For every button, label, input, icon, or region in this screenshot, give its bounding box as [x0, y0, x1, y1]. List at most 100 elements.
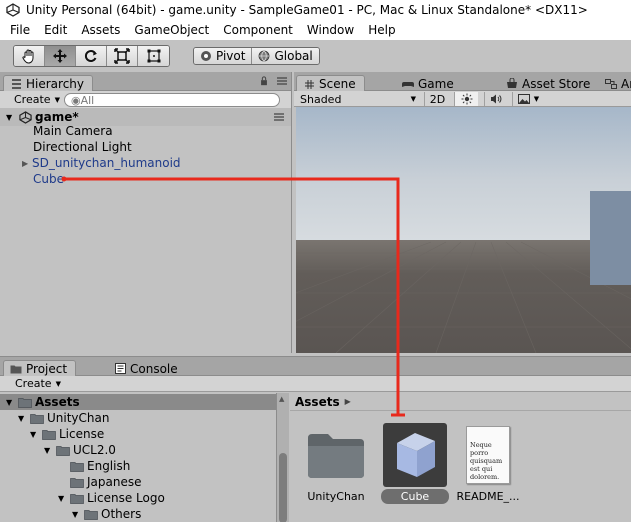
scale-tool-icon [114, 48, 130, 64]
tab-asset-store[interactable]: Asset Store [500, 75, 598, 92]
expand-arrow-icon[interactable]: ▼ [44, 446, 54, 455]
tree-item-label: Japanese [87, 475, 142, 489]
panel-menu-icon[interactable] [276, 76, 288, 86]
scale-tool-button[interactable] [107, 46, 138, 66]
menu-file[interactable]: File [3, 23, 37, 37]
menu-window[interactable]: Window [300, 23, 361, 37]
menu-component[interactable]: Component [216, 23, 300, 37]
folder-icon [308, 434, 364, 478]
hierarchy-item-main-camera[interactable]: Main Camera [0, 123, 291, 139]
tree-item-english[interactable]: English [0, 458, 276, 474]
tab-scene[interactable]: Scene [296, 75, 365, 92]
tree-item-unitychan[interactable]: ▼ UnityChan [0, 410, 276, 426]
hierarchy-item-cube[interactable]: Cube [0, 171, 291, 187]
sun-icon [461, 93, 472, 105]
shading-mode-label: Shaded [300, 92, 342, 106]
asset-cube-prefab[interactable]: Cube [375, 423, 455, 504]
global-button[interactable]: Global [252, 48, 319, 64]
document-icon: Neque porro quisquam est qui dolorem. [466, 426, 510, 484]
tree-item-japanese[interactable]: Japanese [0, 474, 276, 490]
scroll-up-arrow-icon[interactable]: ▲ [279, 395, 287, 403]
shading-mode-dropdown[interactable]: Shaded ▼ [300, 92, 418, 106]
menu-gameobject[interactable]: GameObject [127, 23, 216, 37]
asset-thumbnail: Neque porro quisquam est qui dolorem. [456, 423, 520, 487]
chevron-down-icon: ▼ [55, 379, 61, 388]
tree-item-others[interactable]: ▼ Others [0, 506, 276, 522]
expand-arrow-icon[interactable]: ▼ [30, 430, 40, 439]
tree-scrollbar[interactable]: ▲ [276, 393, 289, 522]
expand-arrow-icon[interactable]: ▶ [22, 159, 32, 168]
lighting-toggle[interactable] [454, 92, 478, 106]
tab-asset-store-label: Asset Store [522, 76, 591, 91]
hierarchy-search-input[interactable]: ◉All [64, 93, 280, 107]
hierarchy-item-directional-light[interactable]: Directional Light [0, 139, 291, 155]
title-bar: Unity Personal (64bit) - game.unity - Sa… [0, 0, 631, 20]
expand-arrow-icon[interactable]: ▼ [6, 113, 16, 122]
tab-console[interactable]: Console [108, 360, 186, 377]
hierarchy-item-sd-unitychan[interactable]: ▶ SD_unitychan_humanoid [0, 155, 291, 171]
scene-viewport[interactable] [296, 107, 631, 353]
main-toolbar: Pivot Global [0, 40, 631, 70]
pivot-label: Pivot [216, 49, 246, 63]
scene-tabstrip: Scene Game Asset Store Ar [294, 72, 631, 92]
folder-icon [84, 509, 98, 520]
tab-project[interactable]: Project [3, 360, 77, 377]
folder-icon [70, 493, 84, 504]
scene-options-icon[interactable] [273, 112, 285, 122]
move-tool-button[interactable] [45, 46, 76, 66]
tab-scene-label: Scene [319, 77, 356, 91]
menu-assets[interactable]: Assets [74, 23, 127, 37]
unity-scene-icon [18, 110, 32, 124]
breadcrumb-assets[interactable]: Assets [295, 395, 340, 409]
effects-dropdown[interactable]: ▼ [512, 92, 544, 106]
expand-arrow-icon[interactable]: ▼ [6, 398, 16, 407]
rect-tool-button[interactable] [138, 46, 169, 66]
asset-label: Cube [380, 489, 450, 504]
asset-thumbnail [304, 423, 368, 487]
audio-toggle[interactable] [484, 92, 506, 106]
image-icon [517, 94, 530, 104]
menu-help[interactable]: Help [361, 23, 402, 37]
tree-item-label: License Logo [87, 491, 165, 505]
expand-arrow-icon[interactable]: ▼ [72, 510, 82, 519]
rect-tool-icon [147, 49, 160, 63]
asset-readme[interactable]: Neque porro quisquam est qui dolorem. RE… [448, 423, 528, 504]
tree-item-license-logo[interactable]: ▼ License Logo [0, 490, 276, 506]
tree-item-label: UCL2.0 [73, 443, 116, 457]
game-controller-icon [402, 78, 414, 90]
tab-game[interactable]: Game [396, 75, 462, 92]
animator-icon [605, 78, 617, 90]
unity-logo-icon [6, 3, 20, 17]
scene-toolbar: Shaded ▼ 2D ▼ [294, 91, 631, 107]
scrollbar-thumb[interactable] [279, 453, 287, 522]
pivot-button[interactable]: Pivot [194, 48, 253, 64]
hierarchy-item-label: Cube [33, 172, 64, 186]
hierarchy-create-button[interactable]: Create ▼ [10, 93, 64, 107]
cube-in-scene[interactable] [590, 191, 631, 285]
tab-hierarchy[interactable]: Hierarchy [3, 75, 94, 92]
tree-item-ucl20[interactable]: ▼ UCL2.0 [0, 442, 276, 458]
folder-icon [10, 363, 22, 375]
hand-tool-button[interactable] [14, 46, 45, 66]
tree-item-assets[interactable]: ▼ Assets [0, 394, 276, 410]
lock-icon[interactable] [258, 76, 270, 86]
asset-unitychan-folder[interactable]: UnityChan [296, 423, 376, 504]
scene-grid-icon [303, 78, 315, 90]
tab-project-label: Project [26, 362, 68, 376]
project-create-button[interactable]: Create ▼ [11, 377, 65, 391]
menu-edit[interactable]: Edit [37, 23, 74, 37]
mode-2d-button[interactable]: 2D [424, 92, 450, 106]
folder-icon [70, 461, 84, 472]
expand-arrow-icon[interactable]: ▼ [18, 414, 28, 423]
tab-console-label: Console [130, 361, 178, 376]
chevron-down-icon: ▼ [533, 95, 540, 103]
tree-item-license[interactable]: ▼ License [0, 426, 276, 442]
tab-animator[interactable]: Ar [599, 75, 631, 92]
hand-tool-icon [22, 49, 34, 64]
readme-preview-text: Neque porro quisquam est qui dolorem. [470, 441, 503, 481]
breadcrumb: Assets ▶ [290, 393, 631, 411]
scene-name: game* [35, 110, 79, 124]
chevron-down-icon: ▼ [410, 95, 416, 103]
rotate-tool-button[interactable] [76, 46, 107, 66]
expand-arrow-icon[interactable]: ▼ [58, 494, 68, 503]
